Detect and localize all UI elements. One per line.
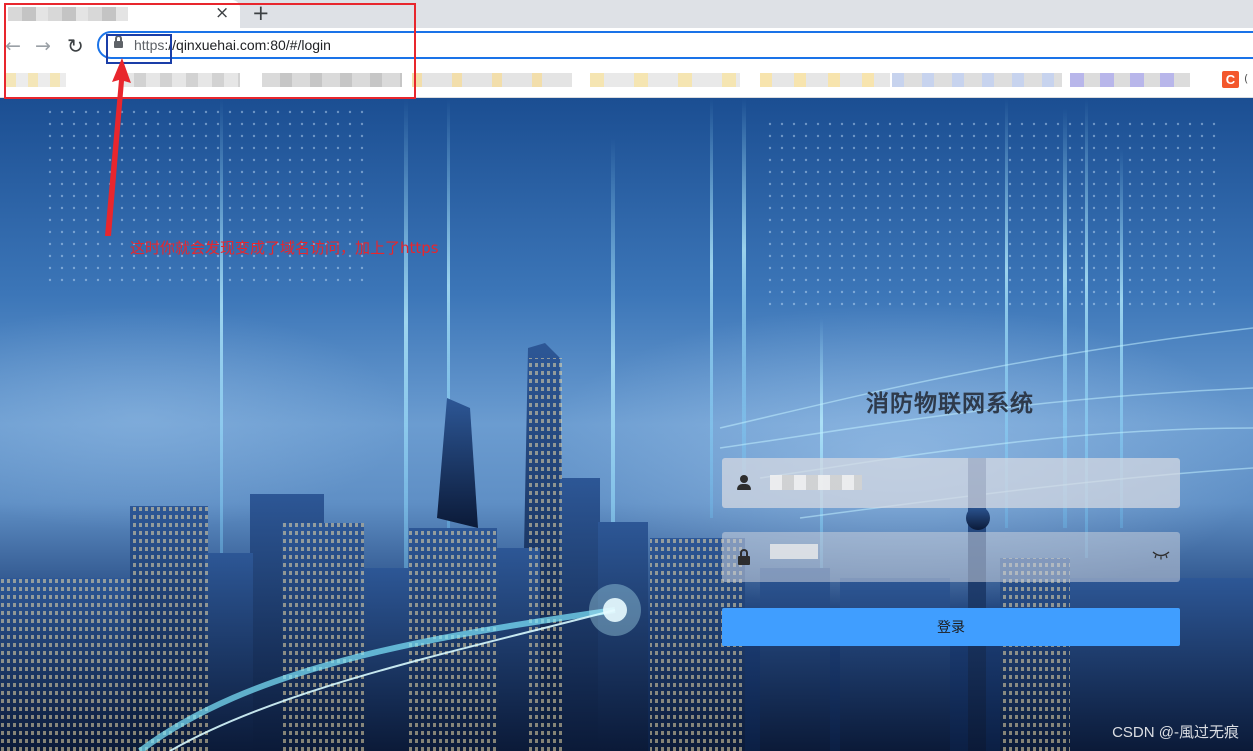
bookmark-label-tail: ( (1244, 72, 1249, 85)
annotation-text: 这时你就会发现变成了域名访问，加上了https (130, 239, 439, 257)
bookmark-redacted[interactable] (590, 73, 740, 87)
bookmark-redacted[interactable] (412, 73, 572, 87)
csdn-watermark: CSDN @-風过无痕 (1112, 724, 1239, 741)
login-button[interactable]: 登录 (722, 608, 1180, 646)
csdn-favicon-icon[interactable]: C (1222, 71, 1239, 88)
bookmark-redacted[interactable] (1070, 73, 1190, 87)
bookmark-redacted[interactable] (892, 73, 1062, 87)
username-field[interactable] (722, 458, 1180, 508)
password-field[interactable] (722, 532, 1180, 582)
bookmark-redacted[interactable] (760, 73, 890, 87)
hidden-eye-icon[interactable] (1152, 550, 1170, 560)
password-value-redacted (770, 544, 818, 559)
system-title: 消防物联网系统 (866, 391, 1034, 417)
annotation-arrow-icon (105, 58, 131, 236)
lock-icon (738, 549, 750, 565)
user-icon (737, 475, 751, 491)
username-value-redacted (770, 475, 862, 490)
